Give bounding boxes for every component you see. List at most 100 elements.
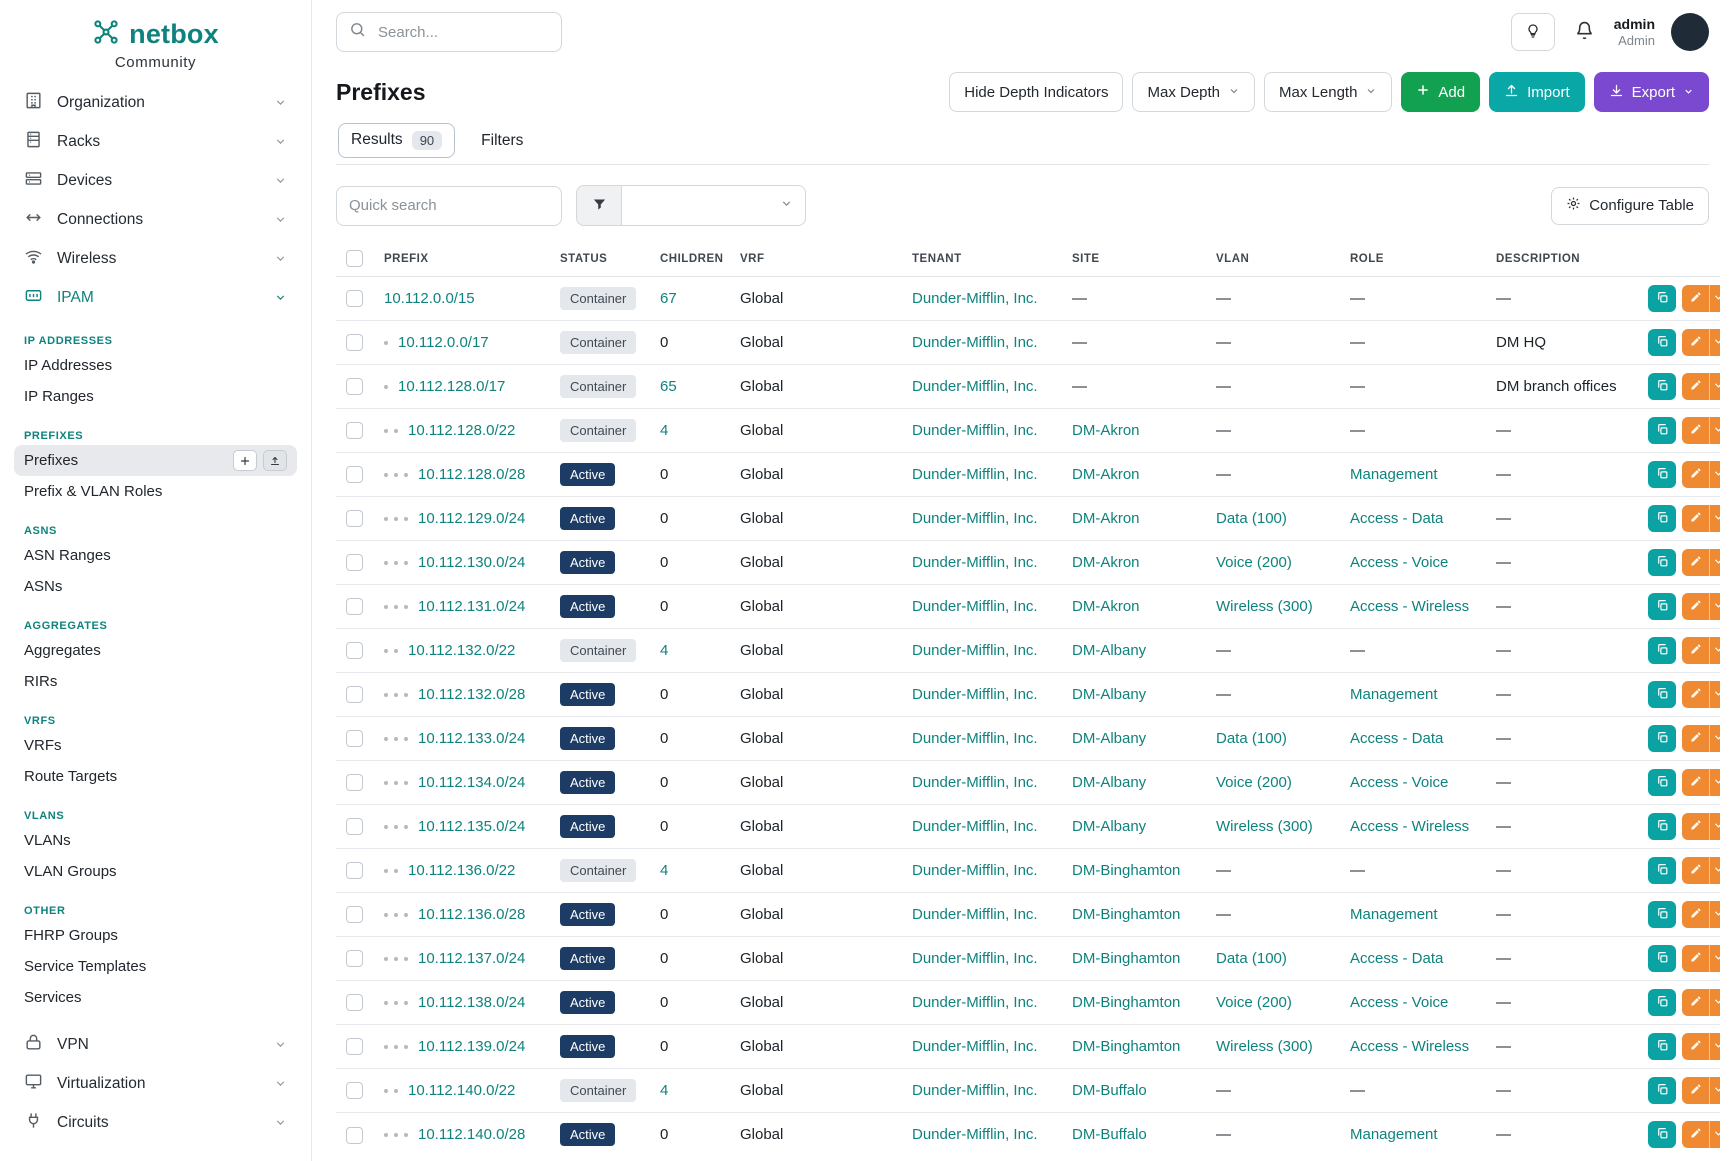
copy-button[interactable] (1648, 945, 1676, 972)
row-checkbox[interactable] (346, 510, 363, 527)
copy-button[interactable] (1648, 681, 1676, 708)
prefix-link[interactable]: 10.112.136.0/28 (418, 906, 525, 923)
edit-dropdown-button[interactable] (1710, 681, 1720, 708)
tenant-link[interactable]: Dunder-Mifflin, Inc. (912, 994, 1038, 1011)
copy-button[interactable] (1648, 857, 1676, 884)
vlan-link[interactable]: Data (100) (1216, 730, 1287, 747)
edit-dropdown-button[interactable] (1710, 769, 1720, 796)
edit-button[interactable] (1682, 769, 1710, 796)
row-checkbox[interactable] (346, 818, 363, 835)
site-link[interactable]: DM-Albany (1072, 774, 1146, 791)
edit-dropdown-button[interactable] (1710, 945, 1720, 972)
prefix-link[interactable]: 10.112.138.0/24 (418, 994, 525, 1011)
export-button[interactable]: Export (1594, 72, 1709, 112)
row-checkbox[interactable] (346, 686, 363, 703)
copy-button[interactable] (1648, 1077, 1676, 1104)
column-header-vrf[interactable]: VRF (730, 240, 902, 277)
edit-button[interactable] (1682, 285, 1710, 312)
column-header-children[interactable]: CHILDREN (650, 240, 730, 277)
children-link[interactable]: 4 (660, 422, 668, 439)
prefix-link[interactable]: 10.112.131.0/24 (418, 598, 525, 615)
tenant-link[interactable]: Dunder-Mifflin, Inc. (912, 862, 1038, 879)
hide-depth-indicators-button[interactable]: Hide Depth Indicators (949, 72, 1123, 112)
edit-button[interactable] (1682, 901, 1710, 928)
quick-add-button[interactable] (233, 450, 257, 471)
edit-dropdown-button[interactable] (1710, 1077, 1720, 1104)
tenant-link[interactable]: Dunder-Mifflin, Inc. (912, 466, 1038, 483)
edit-dropdown-button[interactable] (1710, 989, 1720, 1016)
prefix-link[interactable]: 10.112.140.0/28 (418, 1126, 525, 1143)
role-link[interactable]: Management (1350, 906, 1438, 923)
column-header-vlan[interactable]: VLAN (1206, 240, 1340, 277)
edit-button[interactable] (1682, 725, 1710, 752)
sidebar-item-ipam[interactable]: IPAM (14, 278, 297, 317)
role-link[interactable]: Access - Data (1350, 950, 1443, 967)
site-link[interactable]: DM-Akron (1072, 510, 1140, 527)
edit-dropdown-button[interactable] (1710, 373, 1720, 400)
site-link[interactable]: DM-Buffalo (1072, 1082, 1147, 1099)
copy-button[interactable] (1648, 769, 1676, 796)
copy-button[interactable] (1648, 637, 1676, 664)
vlan-link[interactable]: Voice (200) (1216, 994, 1292, 1011)
site-link[interactable]: DM-Albany (1072, 642, 1146, 659)
site-link[interactable]: DM-Binghamton (1072, 950, 1180, 967)
prefix-link[interactable]: 10.112.0.0/17 (398, 334, 489, 351)
prefix-link[interactable]: 10.112.128.0/17 (398, 378, 505, 395)
sidebar-item-services[interactable]: Services (14, 982, 297, 1013)
prefix-link[interactable]: 10.112.140.0/22 (408, 1082, 515, 1099)
children-link[interactable]: 4 (660, 642, 668, 659)
role-link[interactable]: Access - Wireless (1350, 598, 1469, 615)
site-link[interactable]: DM-Binghamton (1072, 1038, 1180, 1055)
site-link[interactable]: DM-Albany (1072, 818, 1146, 835)
edit-button[interactable] (1682, 549, 1710, 576)
site-link[interactable]: DM-Akron (1072, 422, 1140, 439)
row-checkbox[interactable] (346, 994, 363, 1011)
sidebar-item-fhrp-groups[interactable]: FHRP Groups (14, 920, 297, 951)
vlan-link[interactable]: Data (100) (1216, 510, 1287, 527)
edit-button[interactable] (1682, 329, 1710, 356)
sidebar-item-virtualization[interactable]: Virtualization (14, 1064, 297, 1103)
copy-button[interactable] (1648, 461, 1676, 488)
notifications-button[interactable] (1571, 17, 1598, 47)
sidebar-item-asns[interactable]: ASNs (14, 571, 297, 602)
site-link[interactable]: DM-Binghamton (1072, 994, 1180, 1011)
edit-button[interactable] (1682, 505, 1710, 532)
role-link[interactable]: Access - Wireless (1350, 818, 1469, 835)
vlan-link[interactable]: Wireless (300) (1216, 598, 1313, 615)
configure-table-button[interactable]: Configure Table (1551, 187, 1709, 225)
row-checkbox[interactable] (346, 1082, 363, 1099)
copy-button[interactable] (1648, 417, 1676, 444)
edit-dropdown-button[interactable] (1710, 505, 1720, 532)
add-button[interactable]: Add (1401, 72, 1480, 112)
sidebar-item-devices[interactable]: Devices (14, 161, 297, 200)
copy-button[interactable] (1648, 1121, 1676, 1148)
tab-filters[interactable]: Filters (469, 122, 535, 164)
edit-dropdown-button[interactable] (1710, 1033, 1720, 1060)
tenant-link[interactable]: Dunder-Mifflin, Inc. (912, 642, 1038, 659)
row-checkbox[interactable] (346, 1038, 363, 1055)
sidebar-item-rirs[interactable]: RIRs (14, 666, 297, 697)
global-search-input[interactable] (376, 23, 549, 42)
sidebar-item-asn-ranges[interactable]: ASN Ranges (14, 540, 297, 571)
sidebar-item-racks[interactable]: Racks (14, 122, 297, 161)
edit-dropdown-button[interactable] (1710, 725, 1720, 752)
row-checkbox[interactable] (346, 290, 363, 307)
sidebar-item-service-templates[interactable]: Service Templates (14, 951, 297, 982)
row-checkbox[interactable] (346, 598, 363, 615)
site-link[interactable]: DM-Albany (1072, 686, 1146, 703)
role-link[interactable]: Access - Data (1350, 730, 1443, 747)
netbox-logo[interactable]: netbox Community (14, 14, 297, 83)
column-header-prefix[interactable]: PREFIX (374, 240, 550, 277)
children-link[interactable]: 67 (660, 290, 677, 307)
vlan-link[interactable]: Wireless (300) (1216, 818, 1313, 835)
edit-button[interactable] (1682, 813, 1710, 840)
edit-dropdown-button[interactable] (1710, 901, 1720, 928)
row-checkbox[interactable] (346, 862, 363, 879)
role-link[interactable]: Access - Wireless (1350, 1038, 1469, 1055)
prefix-link[interactable]: 10.112.137.0/24 (418, 950, 525, 967)
sidebar-item-vlans[interactable]: VLANs (14, 825, 297, 856)
quick-search-input[interactable] (336, 186, 562, 226)
tenant-link[interactable]: Dunder-Mifflin, Inc. (912, 510, 1038, 527)
row-checkbox[interactable] (346, 554, 363, 571)
copy-button[interactable] (1648, 373, 1676, 400)
